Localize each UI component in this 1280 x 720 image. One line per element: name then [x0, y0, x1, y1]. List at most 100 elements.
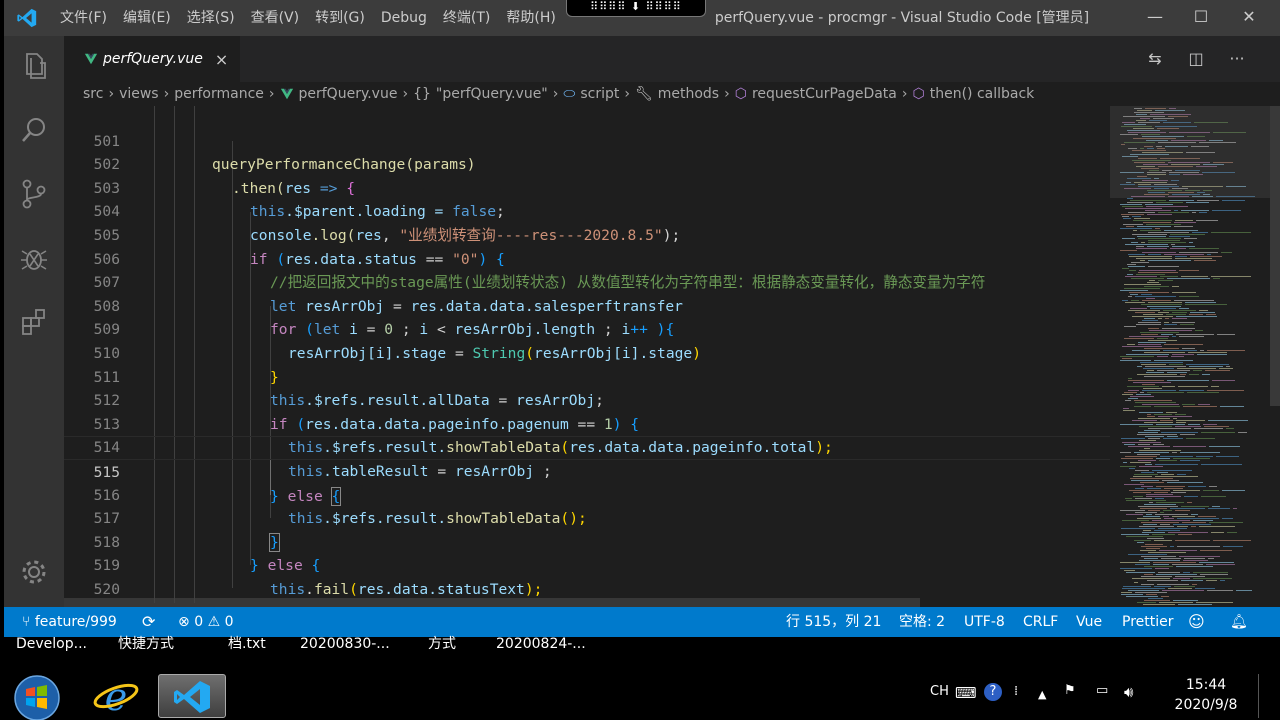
indentation-status[interactable]: 空格: 2 — [899, 607, 945, 637]
debug-icon[interactable] — [18, 242, 50, 274]
breadcrumb-item-file[interactable]: perfQuery.vue — [299, 82, 398, 106]
problems-status[interactable]: ⊗ 0 ⚠ 0 — [178, 607, 234, 637]
more-actions-icon[interactable]: ··· — [1226, 48, 1248, 70]
code-line: 508 for (let i = 0 ; i < resArrObj.lengt… — [64, 271, 1110, 339]
tab-label: perfQuery.vue — [103, 51, 203, 67]
show-hidden-icons-arrow-icon[interactable]: ▲ — [1038, 688, 1046, 701]
desktop-item[interactable]: Develop... — [16, 637, 87, 651]
branch-label: feature/999 — [34, 614, 117, 630]
code-line: 511 this.$refs.result.allData = resArrOb… — [64, 342, 1110, 410]
prettier-status[interactable]: Prettier — [1122, 607, 1174, 637]
code-line: 506 //把返回报文中的stage属性(业绩划转状态) 从数值型转化为字符串型… — [64, 224, 1110, 292]
network-icon[interactable]: ▭ — [1096, 683, 1108, 698]
feedback-smiley-icon[interactable]: ☺ — [1188, 607, 1205, 637]
minimap-slider[interactable] — [1110, 106, 1270, 198]
language-mode-status[interactable]: Vue — [1076, 607, 1102, 637]
breadcrumb-item-src[interactable]: src — [83, 82, 103, 106]
warning-icon: ⚠ — [207, 614, 225, 630]
eol-status[interactable]: CRLF — [1023, 607, 1058, 637]
code-line: 518 } else { — [64, 507, 1110, 575]
error-icon: ⊗ — [178, 614, 195, 630]
vue-file-icon — [280, 88, 293, 100]
chevron-right-icon: › — [108, 86, 115, 102]
chevron-right-icon: › — [724, 86, 730, 102]
extensions-icon[interactable] — [18, 306, 50, 338]
method-cube-icon: ⬡ — [912, 86, 925, 102]
code-line: 501 queryPerformanceChange(params) — [64, 106, 1110, 174]
breadcrumb-item-script[interactable]: script — [580, 82, 619, 106]
action-center-flag-icon[interactable]: ⚑ — [1064, 683, 1076, 698]
volume-icon[interactable]: 🔊︎ — [1124, 683, 1133, 701]
tab-close-button[interactable]: × — [215, 50, 228, 69]
minimap[interactable] — [1110, 106, 1270, 607]
json-braces-icon: {} — [413, 86, 431, 102]
desktop-item[interactable]: 方式 — [428, 637, 456, 651]
code-line-current: 515 } else { — [64, 436, 1110, 506]
help-question-icon[interactable]: ? — [984, 683, 1002, 701]
search-icon[interactable] — [18, 114, 50, 146]
namespace-icon: ⬭ — [563, 86, 576, 102]
cursor-position[interactable]: 行 515，列 21 — [786, 607, 881, 637]
wrench-property-icon: 🔧︎ — [634, 86, 653, 102]
source-control-icon[interactable] — [18, 178, 50, 210]
chevron-right-icon: › — [268, 86, 275, 102]
clock-date: 2020/9/8 — [1174, 697, 1238, 713]
tab-perfquery-vue[interactable]: perfQuery.vue × — [64, 36, 240, 82]
code-line: 509 resArrObj[i].stage = String(resArrOb… — [64, 295, 1110, 362]
code-line: 510 } — [64, 318, 1110, 386]
vscode-taskbar-button[interactable] — [158, 674, 226, 718]
code-editor[interactable]: 501 queryPerformanceChange(params) 502 .… — [64, 106, 1110, 603]
editor-tab-bar: perfQuery.vue × ⇆ ◫ ··· — [64, 36, 1280, 82]
error-count: 0 — [194, 614, 204, 630]
sync-icon[interactable]: ⟳ — [142, 607, 155, 637]
desktop-item[interactable]: 档.txt — [228, 637, 266, 651]
input-language-indicator[interactable]: CH — [930, 684, 949, 699]
minimize-button[interactable]: — — [1132, 0, 1178, 36]
maximize-button[interactable]: ☐ — [1178, 0, 1224, 36]
notifications-bell-icon[interactable]: 🔔︎ — [1230, 607, 1248, 637]
breadcrumb: src › views › performance › perfQuery.vu… — [64, 82, 1280, 106]
code-line: 516 this.$refs.result.showTableData(); — [64, 460, 1110, 528]
internet-explorer-icon[interactable]: e — [82, 674, 150, 718]
breadcrumb-item-module[interactable]: "perfQuery.vue" — [436, 82, 548, 106]
settings-gear-icon[interactable] — [18, 556, 50, 588]
clock-time: 15:44 — [1185, 677, 1227, 693]
pen-tool-icon[interactable]: ⁞ — [1014, 684, 1018, 699]
remote-control-bar[interactable]: ⠿⠿⠿⠿ ⬇ ⠿⠿⠿⠿ — [566, 0, 706, 17]
code-line: 513 this.$refs.result.showTableData(res.… — [64, 389, 1110, 457]
vertical-scrollbar[interactable] — [1270, 106, 1280, 607]
breadcrumb-item-then-callback[interactable]: then() callback — [930, 82, 1035, 106]
start-button-icon[interactable] — [14, 675, 60, 720]
vscode-logo-icon — [174, 681, 210, 713]
breadcrumb-item-methods[interactable]: methods — [658, 82, 719, 106]
keyboard-icon[interactable]: ⌨ — [955, 684, 977, 702]
desktop-item[interactable]: 快捷方式 — [118, 637, 174, 651]
breadcrumb-item-views[interactable]: views — [119, 82, 159, 106]
chevron-right-icon: › — [901, 86, 908, 102]
taskbar-clock[interactable]: 15:44 2020/9/8 — [1166, 675, 1246, 715]
encoding-status[interactable]: UTF-8 — [964, 607, 1005, 637]
desktop-area: Develop... 快捷方式 档.txt 20200830-... 方式 20… — [0, 637, 1280, 672]
vertical-scrollbar-thumb[interactable] — [1270, 106, 1280, 406]
chevron-right-icon: › — [624, 86, 630, 102]
horizontal-scrollbar[interactable] — [64, 598, 920, 607]
vscode-window: 文件(F) 编辑(E) 选择(S) 查看(V) 转到(G) Debug 终端(T… — [4, 0, 1280, 637]
status-bar: ⑂ feature/999 ⟳ ⊗ 0 ⚠ 0 行 515，列 21 空格: 2… — [4, 607, 1280, 637]
show-desktop-divider[interactable] — [1258, 674, 1259, 718]
explorer-icon[interactable] — [18, 50, 50, 82]
code-line: 519 this.fail(res.data.statusText); — [64, 531, 1110, 598]
code-line: 520 } — [64, 554, 1110, 598]
close-window-button[interactable]: ✕ — [1226, 0, 1272, 36]
git-branch-status[interactable]: ⑂ feature/999 — [22, 607, 117, 637]
warning-count: 0 — [224, 614, 234, 630]
desktop-item[interactable]: 20200830-... — [300, 637, 390, 651]
vue-file-icon — [84, 53, 98, 65]
code-line: 504 console.log(res, "业绩划转查询----res---20… — [64, 177, 1110, 244]
split-editor-icon[interactable]: ◫ — [1185, 48, 1207, 70]
desktop-item[interactable]: 20200824-... — [496, 637, 586, 651]
breadcrumb-item-requestcurpagedata[interactable]: requestCurPageData — [752, 82, 897, 106]
code-line: 505 if (res.data.status == "0") { — [64, 200, 1110, 268]
svg-text:e: e — [105, 675, 128, 718]
open-changes-icon[interactable]: ⇆ — [1144, 48, 1166, 70]
breadcrumb-item-performance[interactable]: performance — [174, 82, 264, 106]
